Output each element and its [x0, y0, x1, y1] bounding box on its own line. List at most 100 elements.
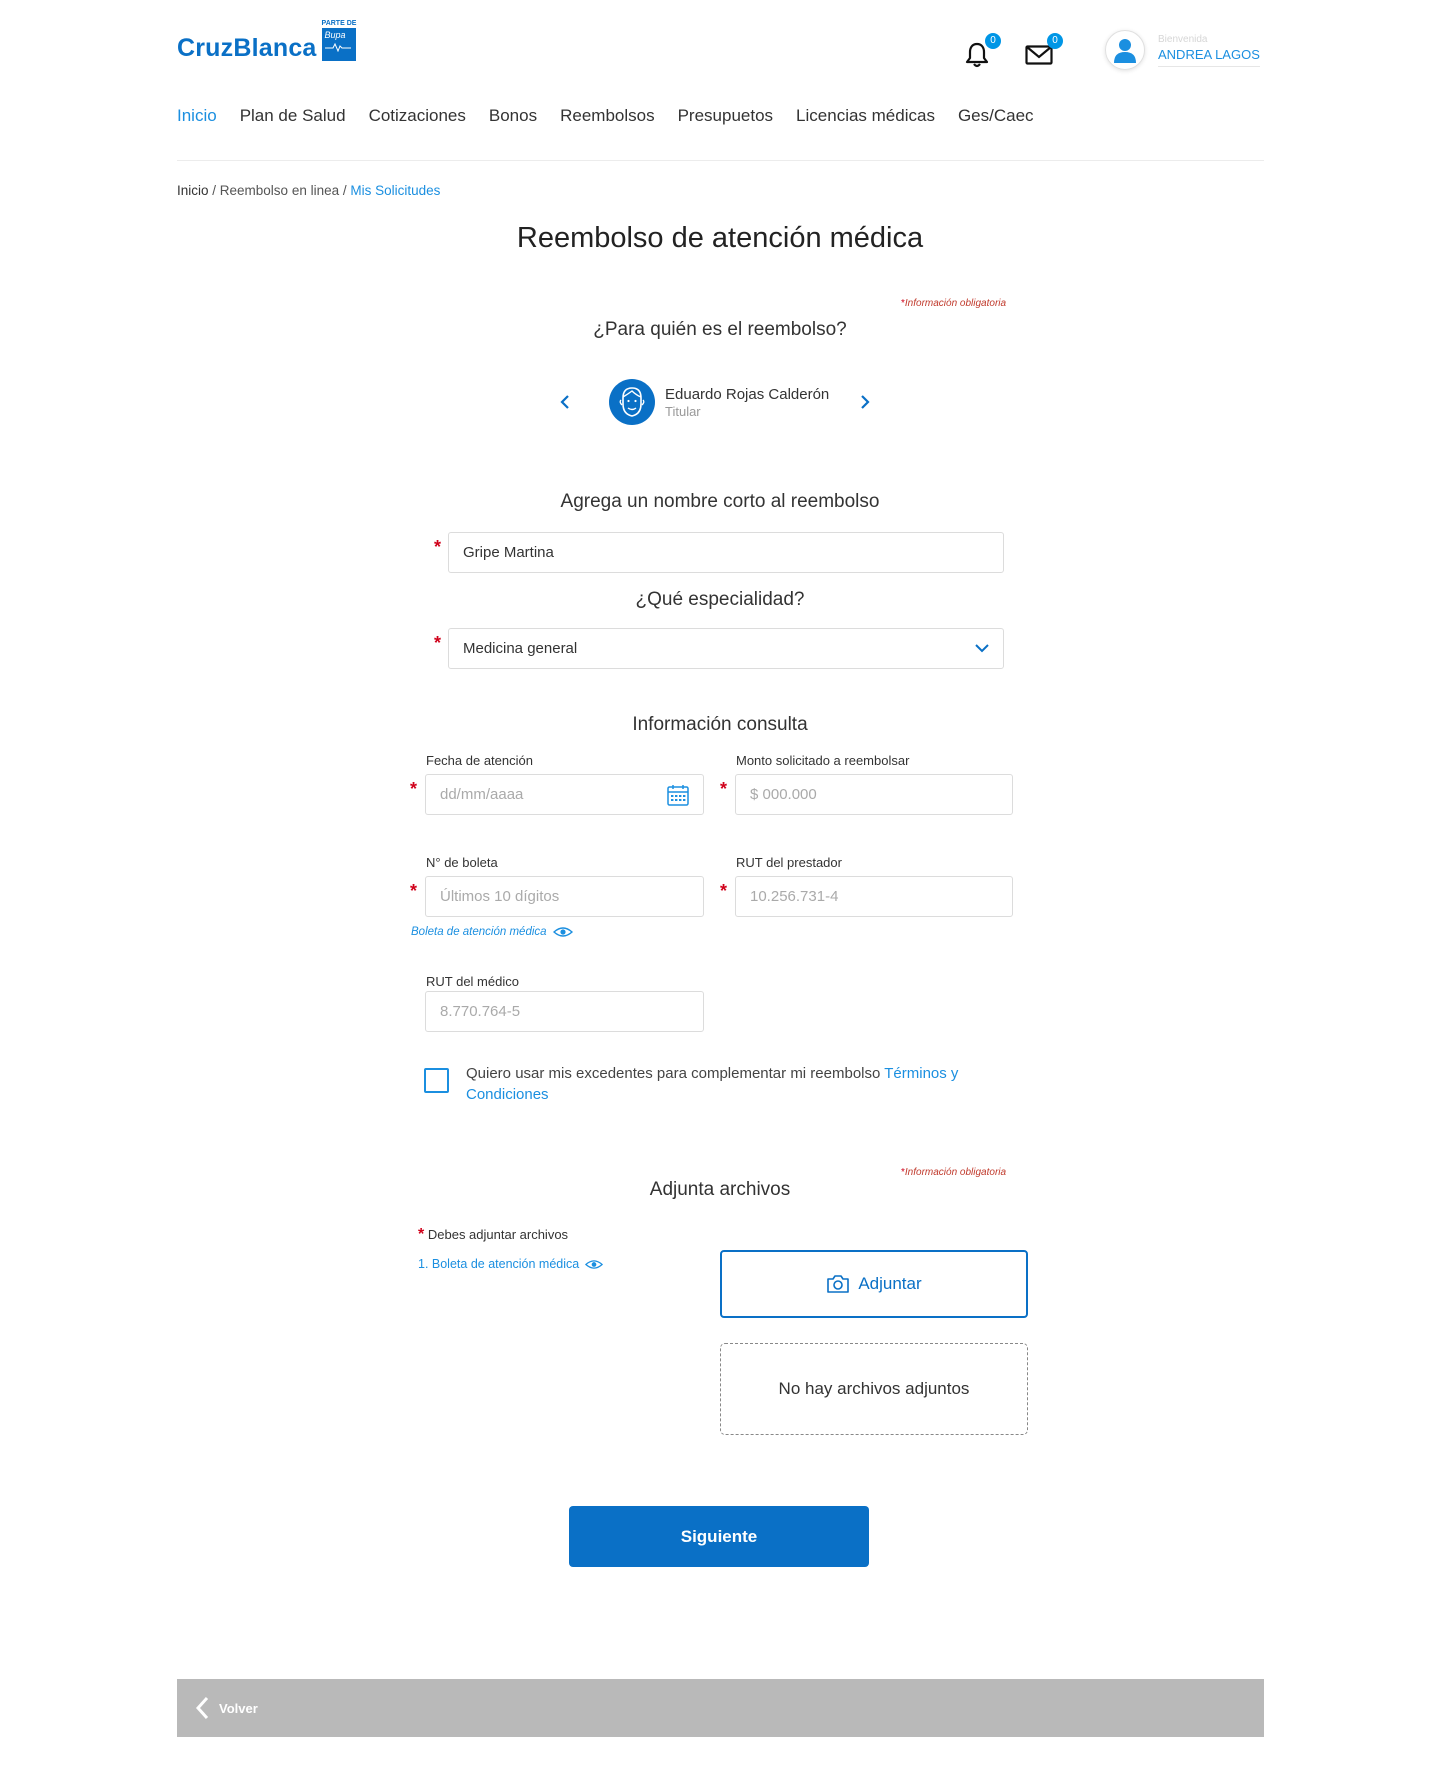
eye-icon	[585, 1259, 604, 1269]
attach-button[interactable]: Adjuntar	[720, 1250, 1028, 1318]
must-attach-label: * Debes adjuntar archivos	[418, 1226, 568, 1244]
attachments-empty-state: No hay archivos adjuntos	[720, 1343, 1028, 1435]
logo-text: CruzBlanca	[177, 34, 317, 62]
user-icon	[1114, 39, 1136, 63]
beneficiary-role: Titular	[665, 404, 701, 419]
person-face-icon	[619, 387, 645, 417]
notifications-badge: 0	[985, 33, 1001, 49]
chevron-left-icon[interactable]	[555, 392, 575, 412]
camera-icon	[827, 1275, 850, 1293]
bupa-badge-name: Bupa	[324, 30, 346, 40]
surplus-label: Quiero usar mis excedentes para compleme…	[466, 1065, 885, 1082]
amount-placeholder: $ 000.000	[750, 786, 817, 803]
required-star: *	[434, 633, 442, 653]
nav-item-reembolsos[interactable]: Reembolsos	[560, 104, 655, 128]
date-input[interactable]: dd/mm/aaaa	[425, 774, 704, 815]
required-star: *	[410, 779, 418, 799]
surplus-text: Quiero usar mis excedentes para compleme…	[466, 1063, 986, 1105]
back-bar[interactable]: Volver	[177, 1679, 1264, 1737]
attachment-doc-link-text: 1. Boleta de atención médica	[418, 1257, 580, 1271]
chevron-left-icon	[195, 1696, 209, 1720]
short-name-input[interactable]: Gripe Martina	[448, 532, 1004, 573]
back-label: Volver	[219, 1700, 258, 1716]
receipt-example-link-text: Boleta de atención médica	[411, 926, 547, 938]
amount-input[interactable]: $ 000.000	[735, 774, 1013, 815]
beneficiary-selector: Eduardo Rojas Calderón Titular	[555, 378, 885, 428]
doctor-rut-label: RUT del médico	[426, 974, 519, 989]
required-star: *	[418, 1226, 425, 1243]
bupa-badge-box: Bupa	[321, 28, 356, 61]
nav-item-bonos[interactable]: Bonos	[489, 104, 537, 128]
notifications-button[interactable]: 0	[962, 33, 1001, 70]
specialty-title: ¿Qué especialidad?	[635, 589, 805, 610]
beneficiary-name: Eduardo Rojas Calderón	[665, 386, 830, 403]
breadcrumb-current: Mis Solicitudes	[350, 183, 441, 198]
breadcrumb-separator: /	[208, 183, 220, 198]
required-star: *	[720, 881, 728, 901]
chevron-down-icon	[975, 644, 989, 653]
breadcrumb-reembolso-en-linea[interactable]: Reembolso en linea	[220, 183, 339, 198]
user-info: Bienvenida ANDREA LAGOS	[1158, 34, 1260, 67]
consult-title: Información consulta	[632, 714, 808, 735]
mail-icon: 0	[1024, 33, 1063, 70]
user-avatar	[1105, 30, 1145, 70]
next-button-label: Siguiente	[680, 1526, 758, 1546]
breadcrumb-home[interactable]: Inicio	[177, 183, 209, 198]
terms-link-part2[interactable]: Condiciones	[466, 1086, 549, 1103]
required-star: *	[720, 779, 728, 799]
breadcrumb-separator: /	[339, 183, 351, 198]
bupa-badge: PARTE DE Bupa	[321, 19, 357, 63]
required-star: *	[410, 881, 418, 901]
date-label: Fecha de atención	[426, 753, 533, 768]
date-placeholder: dd/mm/aaaa	[440, 786, 524, 803]
doctor-rut-placeholder: 8.770.764-5	[440, 1003, 521, 1020]
receipt-number-label: N° de boleta	[426, 855, 498, 870]
amount-label: Monto solicitado a reembolsar	[736, 753, 910, 768]
attachments-empty-text: No hay archivos adjuntos	[778, 1379, 970, 1398]
required-note-text: Información obligatoria	[904, 1167, 1007, 1178]
receipt-number-input[interactable]: Últimos 10 dígitos	[425, 876, 704, 917]
breadcrumb: Inicio / Reembolso en linea / Mis Solici…	[177, 182, 440, 200]
messages-badge: 0	[1047, 33, 1063, 49]
cruzblanca-logo[interactable]: CruzBlanca PARTE DE Bupa	[177, 17, 356, 63]
bell-icon: 0	[962, 33, 1001, 70]
short-name-title: Agrega un nombre corto al reembolso	[560, 491, 880, 512]
required-note-text: Información obligatoria	[904, 298, 1007, 309]
attachments-title: Adjunta archivos	[649, 1179, 791, 1200]
beneficiary-avatar	[609, 379, 655, 425]
bupa-badge-top-text: PARTE DE	[321, 20, 357, 27]
specialty-select[interactable]: Medicina general	[448, 628, 1004, 669]
receipt-number-placeholder: Últimos 10 dígitos	[440, 888, 560, 905]
page-title: Reembolso de atención médica	[516, 222, 924, 254]
user-menu[interactable]: Bienvenida ANDREA LAGOS	[1105, 30, 1260, 70]
nav-item-ges-caec[interactable]: Ges/Caec	[958, 104, 1034, 128]
calendar-icon[interactable]	[667, 784, 689, 806]
beneficiary-question: ¿Para quién es el reembolso?	[593, 319, 847, 340]
must-attach-text: Debes adjuntar archivos	[427, 1227, 569, 1242]
nav-item-cotizaciones[interactable]: Cotizaciones	[369, 104, 466, 128]
surplus-checkbox[interactable]	[424, 1068, 449, 1093]
eye-icon	[552, 927, 573, 937]
chevron-right-icon[interactable]	[855, 392, 875, 412]
nav-item-licencias-medicas[interactable]: Licencias médicas	[796, 104, 935, 128]
required-note: *Información obligatoria	[901, 298, 1006, 310]
messages-button[interactable]: 0	[1024, 33, 1063, 70]
welcome-text: Bienvenida	[1158, 33, 1208, 45]
nav-item-plan-de-salud[interactable]: Plan de Salud	[240, 104, 346, 128]
next-button[interactable]: Siguiente	[569, 1506, 869, 1567]
terms-link-part1[interactable]: Términos y	[884, 1065, 958, 1082]
short-name-value: Gripe Martina	[463, 544, 554, 561]
attach-button-label: Adjuntar	[858, 1274, 922, 1293]
main-nav: Inicio Plan de Salud Cotizaciones Bonos …	[177, 104, 1057, 128]
nav-item-presupuestos[interactable]: Presupuetos	[678, 104, 773, 128]
attachment-doc-link[interactable]: 1. Boleta de atención médica	[418, 1257, 604, 1271]
specialty-selected: Medicina general	[463, 640, 578, 657]
provider-rut-label: RUT del prestador	[736, 855, 842, 870]
required-star: *	[434, 537, 442, 557]
nav-item-inicio[interactable]: Inicio	[177, 104, 217, 128]
user-name[interactable]: ANDREA LAGOS	[1158, 46, 1260, 67]
provider-rut-placeholder: 10.256.731-4	[750, 888, 839, 905]
receipt-example-link[interactable]: Boleta de atención médica	[411, 925, 573, 939]
doctor-rut-input[interactable]: 8.770.764-5	[425, 991, 704, 1032]
provider-rut-input[interactable]: 10.256.731-4	[735, 876, 1013, 917]
